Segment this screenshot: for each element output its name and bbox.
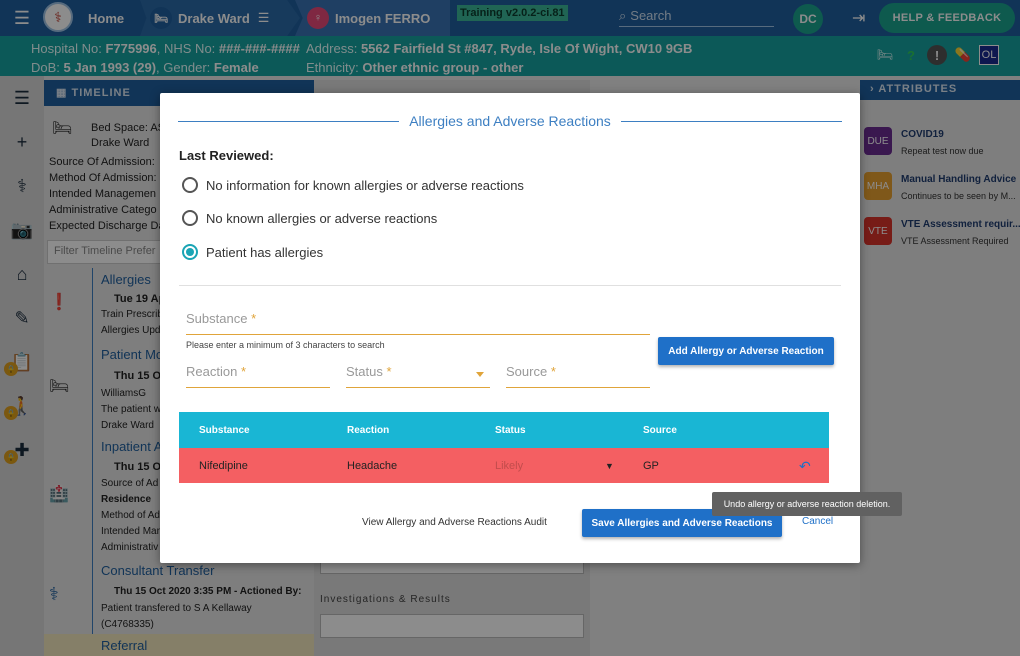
chevron-down-icon[interactable]: ▼ [605, 448, 614, 483]
radio-circle[interactable] [182, 177, 198, 193]
column-header: Reaction [347, 424, 390, 436]
status-cell[interactable]: Likely [495, 448, 523, 483]
undo-icon[interactable]: ↶ [799, 458, 811, 475]
substance-input[interactable]: Substance * [186, 311, 650, 335]
radio-no-information[interactable]: No information for known allergies or ad… [182, 177, 524, 193]
reaction-input[interactable]: Reaction * [186, 364, 330, 388]
status-select[interactable]: Status * [346, 364, 490, 388]
table-row: Nifedipine Headache Likely ▼ GP ↶ [179, 448, 829, 483]
radio-circle-selected[interactable] [182, 244, 198, 260]
divider [179, 285, 841, 286]
chevron-down-icon [476, 372, 484, 377]
last-reviewed-label: Last Reviewed: [179, 148, 274, 163]
reaction-cell: Headache [347, 459, 398, 472]
radio-patient-has-allergies[interactable]: Patient has allergies [182, 244, 323, 260]
modal-title: Allergies and Adverse Reactions [178, 111, 842, 131]
source-input[interactable]: Source * [506, 364, 650, 388]
cancel-button[interactable]: Cancel [802, 516, 833, 527]
substance-hint: Please enter a minimum of 3 characters t… [186, 340, 385, 350]
substance-cell: Nifedipine [199, 459, 248, 472]
radio-circle[interactable] [182, 210, 198, 226]
add-allergy-button[interactable]: Add Allergy or Adverse Reaction [658, 337, 834, 365]
undo-tooltip: Undo allergy or adverse reaction deletio… [712, 492, 902, 516]
column-header: Substance [199, 424, 250, 436]
source-cell: GP [643, 459, 659, 472]
column-header: Status [495, 424, 526, 436]
radio-no-known-allergies[interactable]: No known allergies or adverse reactions [182, 210, 437, 226]
column-header: Source [643, 424, 677, 436]
audit-link[interactable]: View Allergy and Adverse Reactions Audit [362, 517, 547, 528]
allergy-table-header: Substance Reaction Status Source [179, 412, 829, 448]
